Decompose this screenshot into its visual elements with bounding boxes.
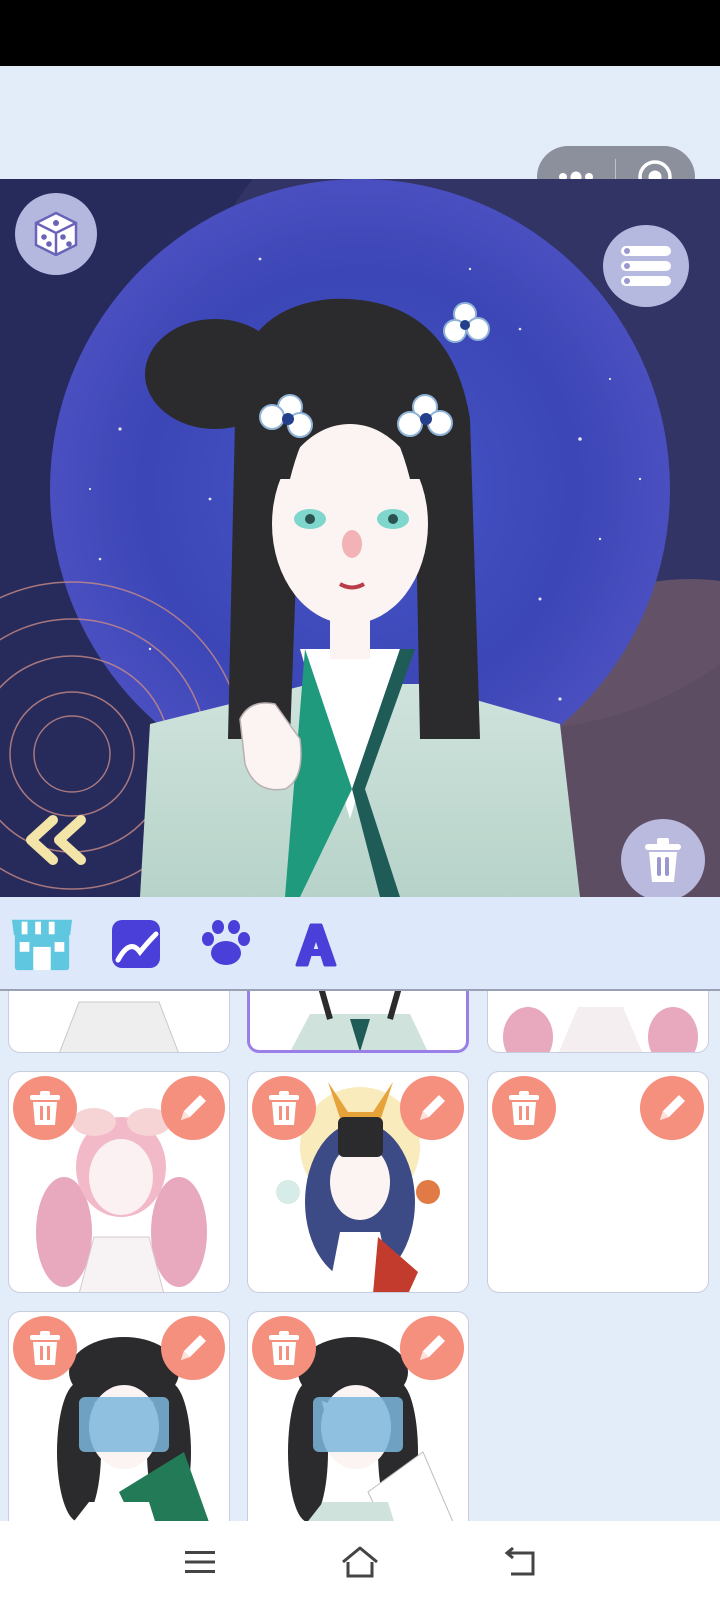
pencil-icon xyxy=(420,1335,445,1360)
look-card[interactable] xyxy=(8,1311,230,1521)
tab-text[interactable] xyxy=(284,914,348,974)
paw-icon xyxy=(202,920,250,965)
random-button[interactable] xyxy=(15,193,97,275)
collapse-button[interactable] xyxy=(22,812,92,868)
look-card-empty[interactable] xyxy=(487,1071,709,1293)
nav-menu-button[interactable] xyxy=(174,1538,226,1586)
delete-button[interactable] xyxy=(621,819,705,897)
double-chevron-left-icon xyxy=(26,815,86,865)
delete-look-button[interactable] xyxy=(13,1076,77,1140)
look-card-selected[interactable] xyxy=(247,991,469,1053)
back-icon xyxy=(504,1547,535,1576)
nav-back-button[interactable] xyxy=(494,1538,546,1586)
pencil-icon xyxy=(420,1095,445,1120)
menu-icon xyxy=(185,1551,215,1573)
trash-icon xyxy=(509,1091,539,1125)
saved-looks-grid xyxy=(0,991,720,1521)
trash-icon xyxy=(269,1091,299,1125)
look-card[interactable] xyxy=(487,991,709,1053)
list-icon xyxy=(621,246,671,286)
edit-look-button[interactable] xyxy=(400,1316,464,1380)
edit-look-button[interactable] xyxy=(400,1076,464,1140)
delete-look-button[interactable] xyxy=(492,1076,556,1140)
trash-icon xyxy=(269,1331,299,1365)
home-icon xyxy=(342,1546,378,1578)
menu-button[interactable] xyxy=(603,225,689,307)
pencil-icon xyxy=(181,1335,206,1360)
background-image-icon xyxy=(112,920,160,968)
trash-icon xyxy=(30,1091,60,1125)
trash-icon xyxy=(645,838,681,882)
pencil-icon xyxy=(181,1095,206,1120)
edit-look-button[interactable] xyxy=(161,1316,225,1380)
tab-pets[interactable] xyxy=(194,914,258,974)
look-card[interactable] xyxy=(247,1311,469,1521)
delete-look-button[interactable] xyxy=(252,1076,316,1140)
look-card[interactable] xyxy=(247,1071,469,1293)
tab-background[interactable] xyxy=(104,914,168,974)
look-thumbnail xyxy=(59,1001,179,1052)
tab-shop[interactable] xyxy=(10,914,74,974)
edit-look-button[interactable] xyxy=(640,1076,704,1140)
dice-icon xyxy=(34,211,78,257)
shop-icon xyxy=(11,919,73,971)
trash-icon xyxy=(30,1331,60,1365)
status-bar xyxy=(0,0,720,66)
letter-a-icon xyxy=(295,923,337,967)
edit-look-button[interactable] xyxy=(161,1076,225,1140)
pencil-icon xyxy=(660,1095,685,1120)
delete-look-button[interactable] xyxy=(252,1316,316,1380)
look-thumbnail xyxy=(291,991,428,1050)
nav-home-button[interactable] xyxy=(334,1538,386,1586)
delete-look-button[interactable] xyxy=(13,1316,77,1380)
dressup-canvas xyxy=(0,179,720,897)
look-thumbnail xyxy=(503,1007,698,1052)
look-card[interactable] xyxy=(8,1071,230,1293)
look-card[interactable] xyxy=(8,991,230,1053)
